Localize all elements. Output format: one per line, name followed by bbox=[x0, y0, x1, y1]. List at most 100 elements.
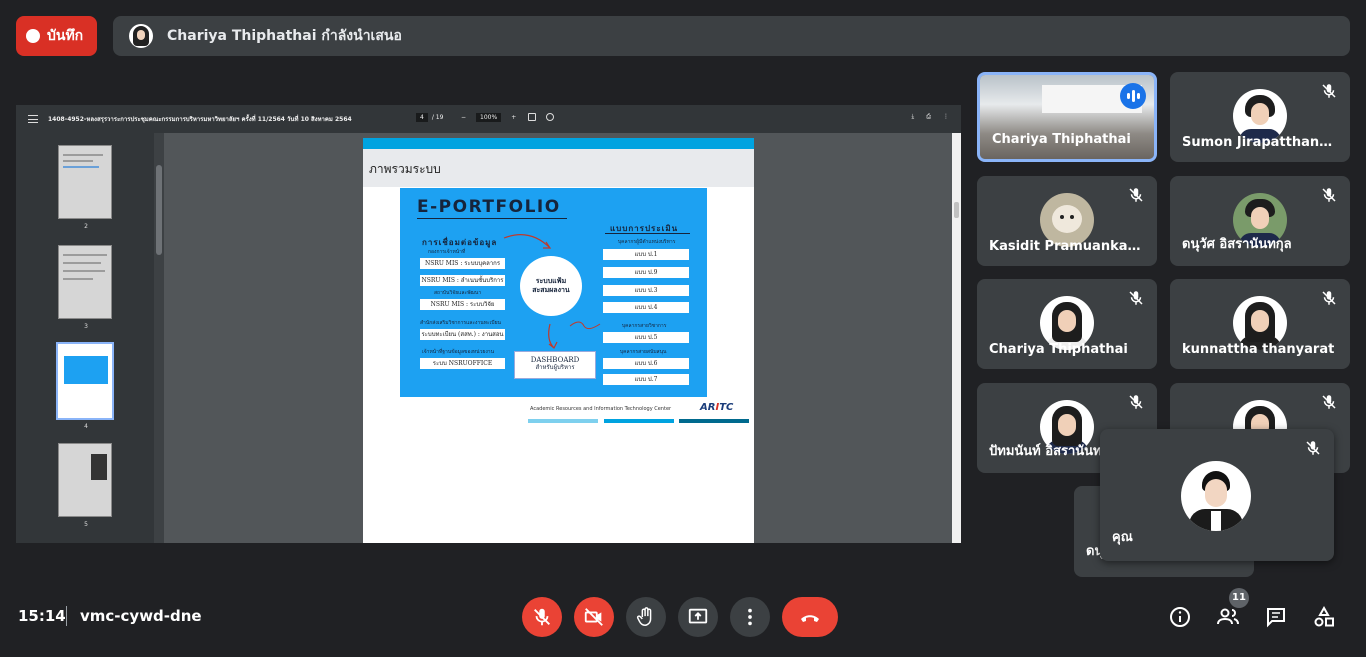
page-input[interactable]: 4 bbox=[416, 113, 428, 122]
page-thumbnail[interactable] bbox=[58, 245, 112, 319]
slide-footer-text: Academic Resources and Information Techn… bbox=[530, 406, 672, 412]
zoom-input[interactable]: 100% bbox=[476, 113, 502, 122]
presenter-text: Chariya Thiphathai กำลังนำเสนอ bbox=[167, 28, 402, 44]
form-box: แบบ ป.7 bbox=[603, 374, 689, 385]
eportfolio-diagram: E-PORTFOLIO การเชื่อมต่อข้อมูล กองการเจ้… bbox=[400, 188, 707, 397]
rotate-icon[interactable] bbox=[546, 113, 554, 121]
pdf-title: 1408-4952-หลงสรุรวาระการประชุมคณะกรรมการ… bbox=[48, 116, 352, 123]
right-subheading: บุคลากรสายสนับสนุน bbox=[620, 349, 667, 355]
people-count-badge: 11 bbox=[1229, 588, 1249, 608]
print-icon[interactable]: ⎙ bbox=[926, 113, 931, 121]
activities-button[interactable] bbox=[1312, 605, 1336, 629]
record-dot-icon bbox=[26, 29, 40, 43]
participant-tile[interactable]: Chariya Thiphathai bbox=[977, 72, 1157, 162]
left-subheading: เจ้าหน้าที่ฐานข้อมูลของหน่วยงาน bbox=[422, 349, 495, 355]
source-box: NSRU MIS : ระบบวิจัย bbox=[420, 299, 505, 310]
mic-off-icon bbox=[1320, 186, 1338, 204]
participant-name: Sumon Jirapatthanaporn bbox=[1182, 135, 1340, 150]
page-indicator: 4 / 19 bbox=[416, 113, 443, 122]
source-box: NSRU MIS : ลำเนนชั้นบริการ bbox=[420, 275, 505, 286]
mic-off-icon bbox=[1320, 82, 1338, 100]
left-subheading: สถาบันวิจัยและพัฒนา bbox=[434, 290, 482, 296]
source-box: ระบบทะเบียน (สสท.) : งานสอน bbox=[420, 329, 505, 340]
chat-button[interactable] bbox=[1264, 605, 1288, 629]
form-box: แบบ ป.9 bbox=[603, 267, 689, 278]
dashboard-box: DASHBOARD สำหรับผู้บริหาร bbox=[514, 351, 596, 379]
participant-tile[interactable]: Chariya Thiphathai bbox=[977, 279, 1157, 369]
mic-off-icon bbox=[1127, 289, 1145, 307]
mic-off-icon bbox=[1320, 393, 1338, 411]
more-options-button[interactable] bbox=[730, 597, 770, 637]
left-subheading: กองการเจ้าหน้าที่ bbox=[428, 249, 466, 255]
mic-toggle-button[interactable] bbox=[522, 597, 562, 637]
participant-name: kunnattha thanyarat bbox=[1182, 342, 1335, 357]
participant-tile[interactable]: Kasidit Pramuankamon bbox=[977, 176, 1157, 266]
people-button[interactable] bbox=[1216, 605, 1240, 629]
more-options-icon[interactable]: ⋮ bbox=[943, 113, 949, 121]
self-view-tile[interactable]: คุณ bbox=[1100, 429, 1334, 561]
info-icon bbox=[1170, 607, 1190, 627]
activities-icon bbox=[1314, 605, 1334, 627]
source-box: ระบบ NSRUOFFICE bbox=[420, 358, 505, 369]
present-screen-icon bbox=[688, 608, 708, 624]
clock: 15:14 bbox=[18, 607, 66, 625]
pdf-toolbar: 1408-4952-หลงสรุรวาระการประชุมคณะกรรมการ… bbox=[16, 105, 961, 133]
leave-call-button[interactable] bbox=[782, 597, 838, 637]
participant-tile[interactable]: kunnattha thanyarat bbox=[1170, 279, 1350, 369]
participant-name: Chariya Thiphathai bbox=[992, 132, 1131, 147]
zoom-out-icon[interactable]: − bbox=[461, 114, 466, 121]
mic-off-icon bbox=[1304, 439, 1322, 457]
hand-icon bbox=[637, 607, 652, 626]
viewer-scrollbar[interactable] bbox=[952, 133, 961, 543]
pdf-page: ภาพรวมระบบ E-PORTFOLIO การเชื่อมต่อข้อมู… bbox=[363, 138, 754, 543]
more-vert-icon bbox=[748, 608, 752, 626]
chat-icon bbox=[1267, 608, 1285, 628]
camera-toggle-button[interactable] bbox=[574, 597, 614, 637]
thumbnail-scroll-thumb[interactable] bbox=[156, 165, 162, 255]
presenter-avatar bbox=[129, 24, 153, 48]
download-icon[interactable]: ⤓ bbox=[912, 113, 915, 121]
mic-off-icon bbox=[534, 608, 550, 626]
form-box: แบบ ป.1 bbox=[603, 249, 689, 260]
right-subheading: บุคลากรผู้มีตำแหน่งบริหาร bbox=[618, 239, 676, 245]
left-subheading: สำนักส่งเสริมวิชาการและงานทะเบียน bbox=[420, 320, 501, 326]
page-thumbnail[interactable] bbox=[58, 443, 112, 517]
self-avatar bbox=[1181, 461, 1251, 531]
participant-name: Kasidit Pramuankamon bbox=[989, 239, 1147, 254]
slide-heading: ภาพรวมระบบ bbox=[369, 162, 441, 176]
present-button[interactable] bbox=[678, 597, 718, 637]
page-total: / 19 bbox=[431, 114, 444, 121]
pdf-actions: ⤓ ⎙ ⋮ bbox=[912, 113, 949, 121]
meeting-details-button[interactable] bbox=[1168, 605, 1192, 629]
record-label: บันทึก bbox=[47, 28, 84, 44]
flow-arrow-icon bbox=[503, 234, 552, 249]
people-icon bbox=[1217, 608, 1239, 625]
self-name: คุณ bbox=[1112, 530, 1133, 545]
fit-page-icon[interactable] bbox=[528, 113, 536, 121]
participant-name: Chariya Thiphathai bbox=[989, 342, 1128, 357]
participant-tile[interactable]: ดนุวัศ อิสรานันทกุล bbox=[1170, 176, 1350, 266]
form-box: แบบ ป.4 bbox=[603, 302, 689, 313]
participant-tile[interactable]: Sumon Jirapatthanaporn bbox=[1170, 72, 1350, 162]
record-button[interactable]: บันทึก bbox=[16, 16, 97, 56]
right-subheading: บุคลากรสายวิชาการ bbox=[622, 323, 667, 329]
meeting-code: vmc-cywd-dne bbox=[80, 607, 202, 625]
raise-hand-button[interactable] bbox=[626, 597, 666, 637]
core-system-circle: ระบบแฟ้ม สะสมผลงาน bbox=[520, 256, 582, 316]
page-thumbnail[interactable] bbox=[58, 145, 112, 219]
viewer-scroll-thumb[interactable] bbox=[954, 202, 959, 218]
mic-off-icon bbox=[1127, 186, 1145, 204]
pdf-view-icons bbox=[528, 113, 554, 121]
mic-off-icon bbox=[1320, 289, 1338, 307]
menu-icon[interactable] bbox=[28, 115, 38, 123]
mic-off-icon bbox=[1127, 393, 1145, 411]
aritc-logo: ARITC bbox=[700, 402, 734, 413]
thumb-number: 3 bbox=[84, 323, 88, 330]
page-thumbnail-selected[interactable] bbox=[56, 342, 114, 420]
flow-curve-icon bbox=[548, 321, 601, 349]
zoom-in-icon[interactable]: + bbox=[511, 114, 516, 121]
participant-name: ดนุวัศ อิสรานันทกุล bbox=[1182, 237, 1292, 252]
eportfolio-title: E-PORTFOLIO bbox=[417, 197, 561, 217]
hang-up-icon bbox=[801, 615, 819, 622]
thumb-number: 2 bbox=[84, 223, 88, 230]
